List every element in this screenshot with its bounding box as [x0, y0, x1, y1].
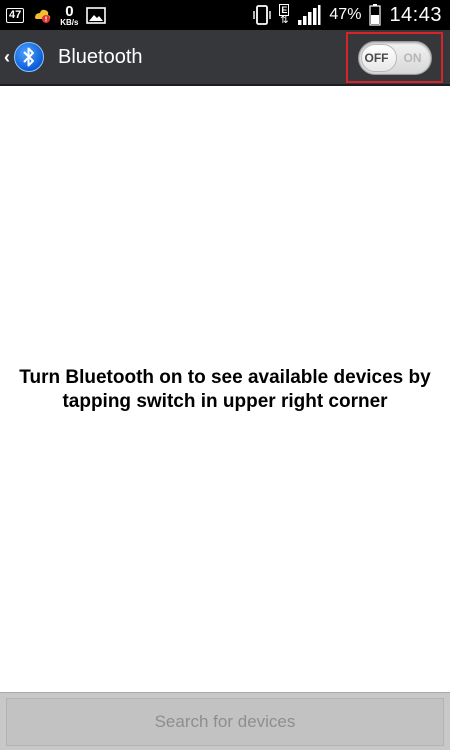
- vibrate-icon: [253, 4, 272, 26]
- network-type-icon: E ⇅: [279, 4, 290, 26]
- status-bar-left: 47 0 KB/s: [6, 0, 107, 30]
- image-icon: [86, 6, 107, 24]
- bluetooth-toggle[interactable]: OFF ON: [357, 40, 432, 75]
- back-chevron-icon: ‹: [4, 46, 10, 67]
- speed-unit: KB/s: [60, 17, 79, 27]
- weather-alert-icon: [32, 6, 52, 24]
- toggle-highlight-box: OFF ON: [346, 32, 443, 83]
- clock: 14:43: [389, 3, 442, 26]
- status-bar-right: E ⇅ 47% 14:43: [253, 0, 442, 30]
- back-button[interactable]: ‹: [0, 29, 50, 85]
- battery-icon: [369, 4, 382, 26]
- data-speed-indicator: 0 KB/s: [60, 4, 78, 27]
- toggle-on-label: ON: [403, 50, 422, 65]
- speed-value: 0: [65, 2, 74, 20]
- bluetooth-settings-screen: 47 0 KB/s E ⇅ 47% 14:43 ‹ Bluetooth OFF …: [0, 0, 450, 750]
- battery-percent: 47%: [329, 6, 362, 23]
- data-activity-arrows: ⇅: [280, 15, 289, 26]
- bluetooth-off-message: Turn Bluetooth on to see available devic…: [19, 367, 431, 412]
- page-title: Bluetooth: [58, 45, 143, 68]
- bottom-bar: Search for devices: [0, 692, 450, 750]
- toggle-off-label: OFF: [364, 50, 389, 65]
- signal-icon: [297, 4, 321, 26]
- status-bar: 47 0 KB/s E ⇅ 47% 14:43: [0, 0, 450, 30]
- bluetooth-icon: [14, 42, 44, 72]
- notification-badge-icon: 47: [6, 7, 25, 23]
- search-devices-button[interactable]: Search for devices: [6, 697, 444, 746]
- action-bar: ‹ Bluetooth OFF ON: [0, 30, 450, 86]
